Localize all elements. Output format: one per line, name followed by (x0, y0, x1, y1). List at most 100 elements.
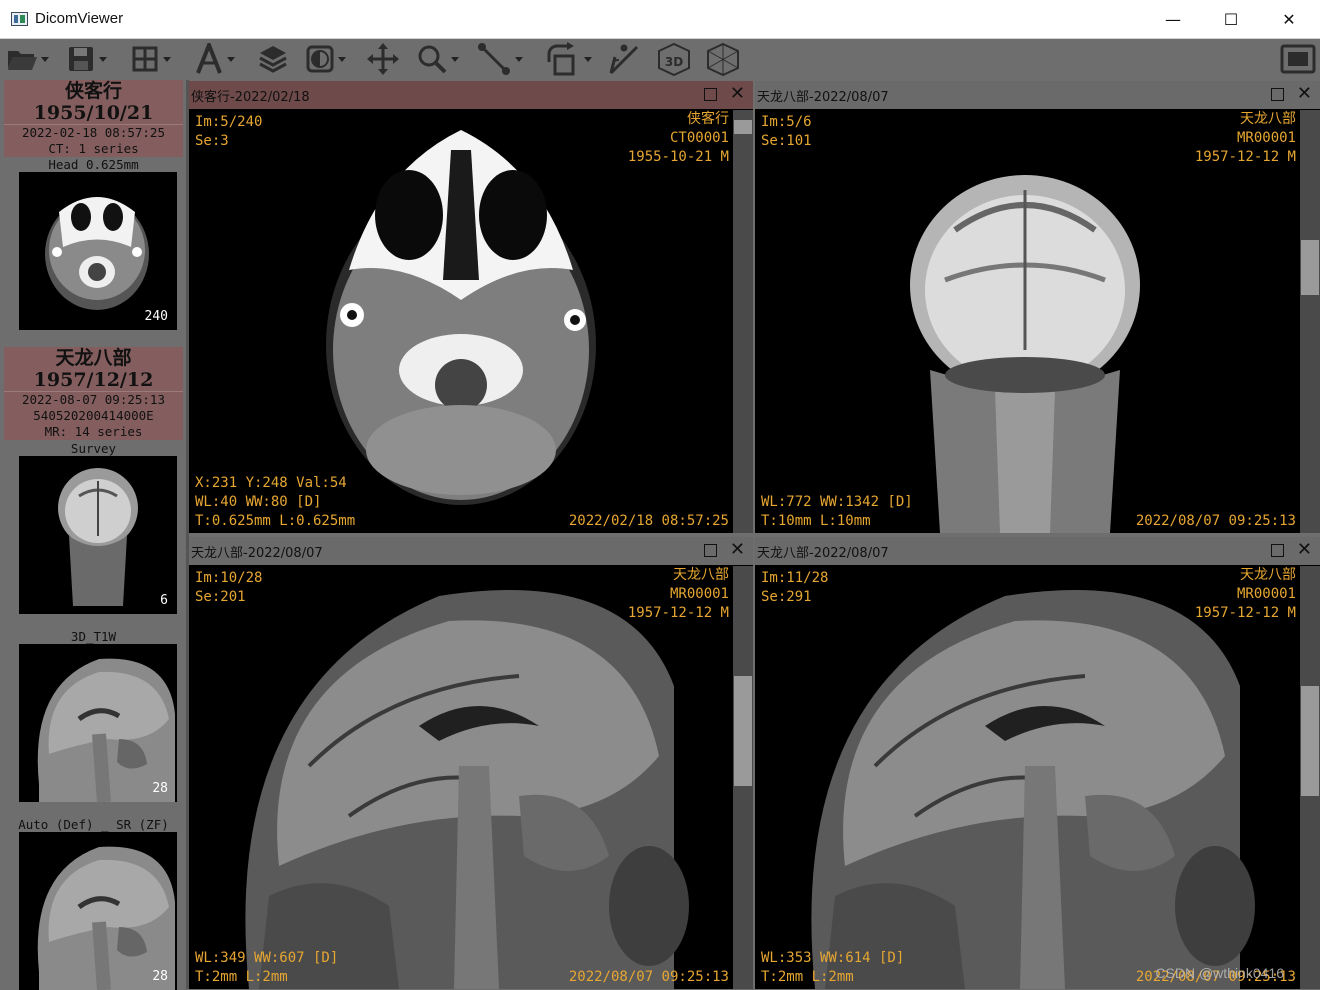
maximize-viewport-icon[interactable] (704, 544, 717, 557)
viewport-header: 天龙八部-2022/08/07 ✕ (755, 81, 1320, 109)
series-thumbnail[interactable]: 6 (19, 456, 177, 614)
viewport-title: 侠客行-2022/02/18 (191, 90, 310, 105)
text-icon (196, 43, 222, 74)
annotation-text-button[interactable] (194, 43, 235, 75)
study-datetime: 2022-08-07 09:25:13 (4, 391, 183, 408)
angle-icon (609, 44, 639, 75)
patient-card-1[interactable]: 侠客行 1955/10/21 2022-02-18 08:57:25 CT: 1… (4, 80, 183, 157)
scrollbar-thumb[interactable] (734, 676, 752, 786)
fullscreen-icon (1280, 44, 1316, 74)
chevron-down-icon (99, 56, 107, 62)
pan-button[interactable] (366, 43, 400, 75)
slice-scrollbar[interactable] (733, 566, 753, 989)
move-arrows-icon (367, 43, 399, 75)
title-bar: DicomViewer — ☐ ✕ (0, 0, 1320, 39)
grid-icon (132, 46, 158, 72)
zoom-button[interactable] (416, 43, 459, 75)
overlay-top-right: 天龙八部 MR00001 1957-12-12 M (627, 567, 729, 621)
mr-coronal-image[interactable]: Im:5/6 Se:101 天龙八部 MR00001 1957-12-12 M … (755, 110, 1300, 533)
overlay-bottom-left: WL:772 WW:1342 [D] T:10mm L:10mm (761, 494, 913, 529)
image-count: 28 (152, 781, 168, 796)
chevron-down-icon (584, 56, 592, 62)
window-level-button[interactable] (305, 43, 346, 75)
toolbar: 3D (0, 39, 1320, 80)
overlay-bottom-left: WL:353 WW:614 [D] T:2mm L:2mm (761, 950, 905, 985)
ct-axial-image[interactable]: Im:5/240 Se:3 侠客行 CT00001 1955-10-21 M X… (189, 110, 733, 533)
mr-sagittal-image[interactable]: Im:10/28 Se:201 天龙八部 MR00001 1957-12-12 … (189, 566, 733, 989)
series-thumbnail[interactable]: 28 (19, 832, 177, 990)
layout-grid-button[interactable] (130, 43, 171, 75)
viewport-header: 天龙八部-2022/08/07 ✕ (755, 537, 1320, 565)
overlay-bottom-left: WL:349 WW:607 [D] T:2mm L:2mm (195, 950, 339, 985)
3d-button[interactable]: 3D (656, 42, 692, 76)
series-thumbnail[interactable]: 28 (19, 644, 177, 802)
contrast-icon (306, 45, 334, 73)
image-count: 240 (144, 309, 168, 324)
chevron-down-icon (451, 56, 459, 62)
measure-line-button[interactable] (476, 43, 523, 75)
overlay-bottom-left: X:231 Y:248 Val:54 WL:40 WW:80 [D] T:0.6… (195, 475, 356, 529)
slice-scrollbar[interactable] (1300, 566, 1320, 989)
maximize-viewport-icon[interactable] (704, 88, 717, 101)
patient-card-2[interactable]: 天龙八部 1957/12/12 2022-08-07 09:25:13 5405… (4, 347, 183, 440)
series-label: Auto (Def) _ SR (ZF) (18, 817, 169, 832)
slice-scrollbar[interactable] (1300, 110, 1320, 533)
close-viewport-icon[interactable]: ✕ (730, 84, 745, 104)
window-title: DicomViewer (35, 10, 124, 27)
ruler-line-icon (478, 43, 510, 75)
fullscreen-button[interactable] (1280, 43, 1316, 75)
watermark: CSDN @wthink0416 (1155, 965, 1284, 981)
patient-name: 天龙八部 (55, 347, 132, 369)
cube-3d-icon: 3D (658, 42, 690, 76)
overlay-bottom-right: 2022/08/07 09:25:13 (568, 969, 729, 985)
save-button[interactable] (66, 43, 107, 75)
series-count: CT: 1 series (48, 141, 139, 156)
viewport-4[interactable]: 天龙八部-2022/08/07 ✕ Im:11/28 Se:291 天龙八部 M… (755, 537, 1320, 989)
overlay-top-left: Im:5/6 Se:101 (761, 114, 812, 149)
mpr-button[interactable] (705, 42, 741, 76)
close-button[interactable]: ✕ (1260, 0, 1318, 39)
close-viewport-icon[interactable]: ✕ (730, 540, 745, 560)
ct-axial-thumbnail (45, 197, 149, 310)
viewport-2[interactable]: 天龙八部-2022/08/07 ✕ Im:5/6 Se:101 天龙八部 MR0… (755, 81, 1320, 533)
open-folder-button[interactable] (6, 43, 49, 75)
scrollbar-thumb[interactable] (1301, 686, 1319, 796)
minimize-button[interactable]: — (1144, 0, 1202, 39)
overlay-top-left: Im:5/240 Se:3 (195, 114, 263, 149)
maximize-viewport-icon[interactable] (1271, 88, 1284, 101)
chevron-down-icon (227, 56, 235, 62)
image-count: 28 (152, 969, 168, 984)
folder-icon (8, 51, 37, 70)
image-count: 6 (160, 593, 168, 608)
viewport-header: 侠客行-2022/02/18 ✕ (189, 81, 753, 109)
svg-text:3D: 3D (665, 55, 683, 69)
angle-button[interactable] (607, 43, 641, 75)
layers-button[interactable] (257, 43, 289, 75)
overlay-bottom-right: 2022/02/18 08:57:25 (568, 513, 729, 529)
mr-sagittal-thumbnail (37, 658, 175, 802)
series-label: Head 0.625mm (48, 157, 139, 172)
slice-scrollbar[interactable] (733, 110, 753, 533)
scrollbar-thumb[interactable] (1301, 240, 1319, 295)
patient-dob: 1957/12/12 (33, 369, 154, 391)
maximize-button[interactable]: ☐ (1202, 0, 1260, 39)
patient-name: 侠客行 (64, 80, 122, 102)
mr-sagittal-image[interactable]: Im:11/28 Se:291 天龙八部 MR00001 1957-12-12 … (755, 566, 1300, 989)
scrollbar-thumb[interactable] (734, 120, 752, 134)
series-count: MR: 14 series (44, 424, 143, 439)
viewport-title: 天龙八部-2022/08/07 (757, 90, 889, 105)
patient-id: 540520200414000E (33, 408, 154, 423)
close-viewport-icon[interactable]: ✕ (1297, 84, 1312, 104)
patient-dob: 1955/10/21 (33, 102, 154, 124)
magnifier-icon (418, 45, 447, 74)
viewport-1[interactable]: 侠客行-2022/02/18 ✕ Im:5/240 Se:3 侠客行 CT000… (189, 81, 753, 533)
viewport-3[interactable]: 天龙八部-2022/08/07 ✕ Im:10/28 Se:201 天龙八部 M… (189, 537, 753, 989)
close-viewport-icon[interactable]: ✕ (1297, 540, 1312, 560)
overlay-top-right: 天龙八部 MR00001 1957-12-12 M (1194, 567, 1296, 621)
series-thumbnail[interactable]: 240 (19, 172, 177, 330)
chevron-down-icon (163, 56, 171, 62)
maximize-viewport-icon[interactable] (1271, 544, 1284, 557)
rotate-button[interactable] (543, 42, 592, 76)
overlay-top-left: Im:11/28 Se:291 (761, 570, 829, 605)
mr-coronal-thumbnail (58, 468, 138, 606)
